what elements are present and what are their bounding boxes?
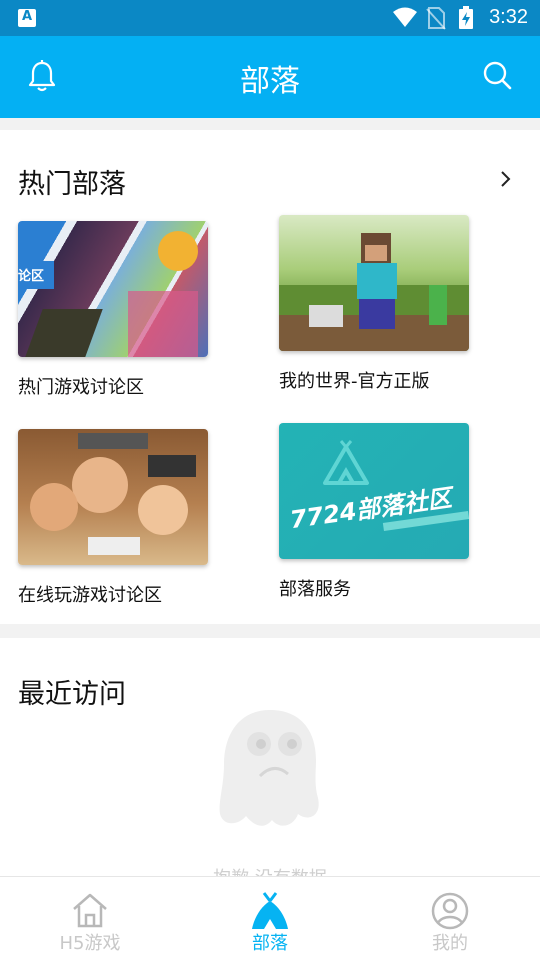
hot-tribes-title: 热门部落: [18, 169, 126, 200]
tab-h5-games[interactable]: H5游戏: [0, 877, 180, 961]
tab-tribe[interactable]: 部落: [180, 877, 360, 961]
user-icon: [431, 892, 469, 930]
tribe-tile-minecraft[interactable]: 我的世界-官方正版: [279, 215, 469, 392]
tribe-thumbnail: [18, 429, 208, 565]
tab-label: 我的: [432, 933, 468, 954]
tribe-label: 我的世界-官方正版: [279, 371, 430, 392]
tribe-tile-service[interactable]: 7724部落社区 部落服务: [279, 423, 469, 600]
chevron-right-icon[interactable]: [500, 170, 512, 188]
tribe-thumbnail: 论区: [18, 221, 208, 357]
empty-ghost-icon: [219, 710, 319, 826]
search-icon[interactable]: [482, 60, 512, 90]
tribe-thumbnail: [279, 215, 469, 351]
tribe-tile-online-games[interactable]: 在线玩游戏讨论区: [18, 429, 208, 606]
tab-label: H5游戏: [59, 933, 121, 954]
wifi-icon: [393, 7, 417, 27]
home-icon: [73, 893, 107, 928]
tribe-label: 在线玩游戏讨论区: [18, 585, 162, 606]
tab-label: 部落: [252, 933, 288, 954]
tent-logo-icon: [323, 440, 369, 485]
tribe-label: 热门游戏讨论区: [18, 377, 144, 398]
tribe-thumb-text: 论区: [18, 269, 45, 284]
status-bar: 3:32: [0, 0, 540, 36]
app-header: 部落: [0, 36, 540, 118]
bottom-tab-bar: H5游戏 部落 我的: [0, 876, 540, 961]
battery-charging-icon: [459, 6, 473, 29]
tribe-label: 部落服务: [279, 579, 351, 600]
hot-tribes-card: 热门部落 论区 热门游戏讨论区 我的世界-官方正版 在线玩游戏讨论区 7724部…: [0, 130, 540, 624]
page-title: 部落: [240, 64, 300, 99]
tent-icon: [252, 892, 288, 929]
tribe-thumbnail: 7724部落社区: [279, 423, 469, 559]
tribe-tile-hot-games[interactable]: 论区 热门游戏讨论区: [18, 221, 208, 398]
recent-visits-title: 最近访问: [18, 679, 126, 710]
app-notification-icon: [18, 9, 36, 27]
tab-mine[interactable]: 我的: [360, 877, 540, 961]
no-sim-icon: [426, 7, 446, 30]
status-time: 3:32: [489, 6, 528, 28]
